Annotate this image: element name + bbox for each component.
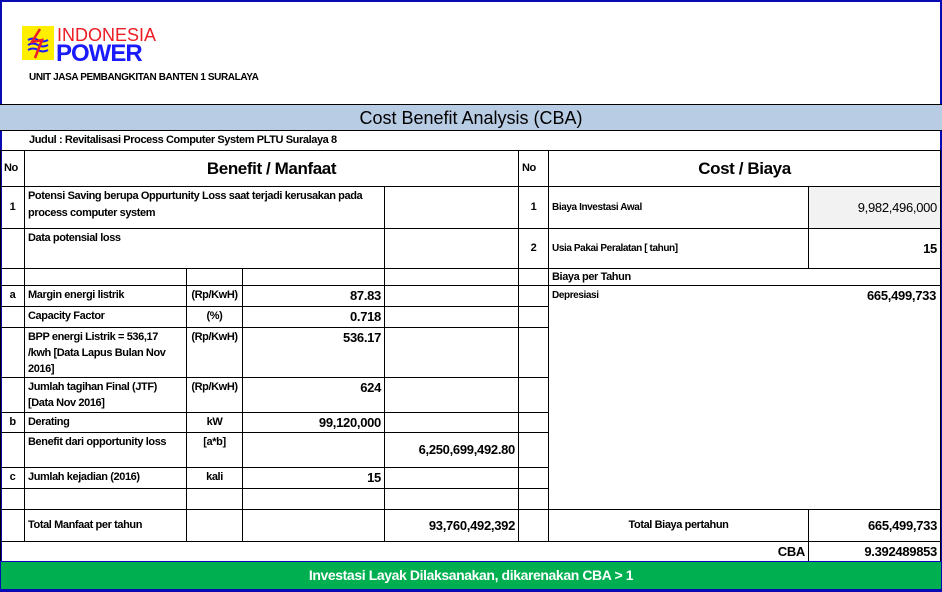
benefit-no: b (0, 412, 25, 433)
empty-cell (24, 488, 187, 510)
benefit-total: 6,250,699,492.80 (384, 432, 519, 468)
empty-cell (518, 509, 549, 542)
benefit-no: c (0, 467, 25, 489)
empty-cell (24, 268, 187, 286)
empty-cell (384, 306, 519, 328)
benefit-value: 0.718 (242, 306, 385, 328)
empty-cell (186, 488, 243, 510)
benefit-no: 1 (0, 186, 25, 229)
empty-cell (518, 412, 549, 433)
empty-cell (518, 306, 549, 328)
empty-cell (242, 268, 385, 286)
empty-cell (384, 488, 519, 510)
empty-cell (384, 268, 519, 286)
benefit-unit: (Rp/KwH) (186, 285, 243, 307)
benefit-label: Capacity Factor (24, 306, 187, 328)
empty-cell (0, 377, 25, 413)
benefit-unit: [a*b] (186, 432, 243, 468)
empty-cell (0, 509, 25, 542)
benefit-label: Margin energi listrik (24, 285, 187, 307)
empty-cell (0, 432, 25, 468)
benefit-label: Jumlah tagihan Final (JTF) [Data Nov 201… (24, 377, 187, 413)
cost-no-header: No (518, 150, 549, 187)
depreciation-block: Depresiasi 665,499,733 (548, 285, 941, 510)
depreciation-label: Depresiasi (552, 290, 599, 301)
total-cost-label: Total Biaya pertahun (548, 509, 809, 542)
cost-no: 2 (518, 228, 549, 269)
empty-cell (242, 432, 385, 468)
empty-cell (0, 488, 25, 510)
cba-value: 9.392489853 (808, 541, 941, 562)
benefit-label: Data potensial loss (24, 228, 385, 269)
benefit-label: Jumlah kejadian (2016) (24, 467, 187, 489)
empty-cell (186, 509, 243, 542)
empty-cell (384, 467, 519, 489)
benefit-label: BPP energi Listrik = 536,17 /kwh [Data L… (24, 327, 187, 378)
empty-cell (384, 228, 519, 269)
empty-cell (518, 488, 549, 510)
benefit-value: 99,120,000 (242, 412, 385, 433)
investment-input[interactable]: 9,982,496,000 (808, 186, 941, 229)
benefit-unit: (Rp/KwH) (186, 327, 243, 378)
benefit-label: Potensi Saving berupa Oppurtunity Loss s… (24, 186, 385, 229)
empty-cell (518, 268, 549, 286)
benefit-unit: (%) (186, 306, 243, 328)
empty-cell (384, 327, 519, 378)
cost-header: Cost / Biaya (548, 150, 941, 187)
empty-cell (384, 285, 519, 307)
benefit-no-header: No (0, 150, 25, 187)
benefit-value: 536.17 (242, 327, 385, 378)
empty-cell (384, 186, 519, 229)
total-cost-value: 665,499,733 (808, 509, 941, 542)
empty-cell (0, 306, 25, 328)
benefit-no: a (0, 285, 25, 307)
benefit-value: 624 (242, 377, 385, 413)
empty-cell (518, 432, 549, 468)
benefit-unit: (Rp/KwH) (186, 377, 243, 413)
empty-cell (242, 509, 385, 542)
project-title: Judul : Revitalisasi Process Computer Sy… (29, 134, 337, 146)
empty-cell (0, 268, 25, 286)
cost-value: 15 (808, 228, 941, 269)
benefit-label: Benefit dari opportunity loss (24, 432, 187, 468)
total-benefit-label: Total Manfaat per tahun (24, 509, 187, 542)
benefit-unit: kali (186, 467, 243, 489)
empty-cell (384, 412, 519, 433)
cba-label: CBA (0, 541, 809, 562)
empty-cell (384, 377, 519, 413)
benefit-label: Derating (24, 412, 187, 433)
cost-label: Biaya Investasi Awal (548, 186, 809, 229)
empty-cell (518, 285, 549, 307)
svg-text:POWER: POWER (56, 40, 142, 66)
indonesia-power-logo: INDONESIA POWER (22, 25, 192, 71)
empty-cell (0, 327, 25, 378)
empty-cell (0, 228, 25, 269)
benefit-value: 87.83 (242, 285, 385, 307)
empty-cell (242, 488, 385, 510)
benefit-header: Benefit / Manfaat (24, 150, 519, 187)
page-title: Cost Benefit Analysis (CBA) (0, 104, 942, 131)
empty-cell (518, 467, 549, 489)
unit-name: UNIT JASA PEMBANGKITAN BANTEN 1 SURALAYA (29, 72, 259, 83)
cost-no: 1 (518, 186, 549, 229)
empty-cell (518, 377, 549, 413)
benefit-unit: kW (186, 412, 243, 433)
cost-per-year-label: Biaya per Tahun (548, 268, 941, 286)
depreciation-value: 665,499,733 (867, 288, 936, 303)
empty-cell (186, 268, 243, 286)
cost-label: Usia Pakai Peralatan [ tahun] (548, 228, 809, 269)
empty-cell (518, 327, 549, 378)
total-benefit-value: 93,760,492,392 (384, 509, 519, 542)
conclusion-banner: Investasi Layak Dilaksanakan, dikarenaka… (0, 561, 942, 590)
benefit-value: 15 (242, 467, 385, 489)
